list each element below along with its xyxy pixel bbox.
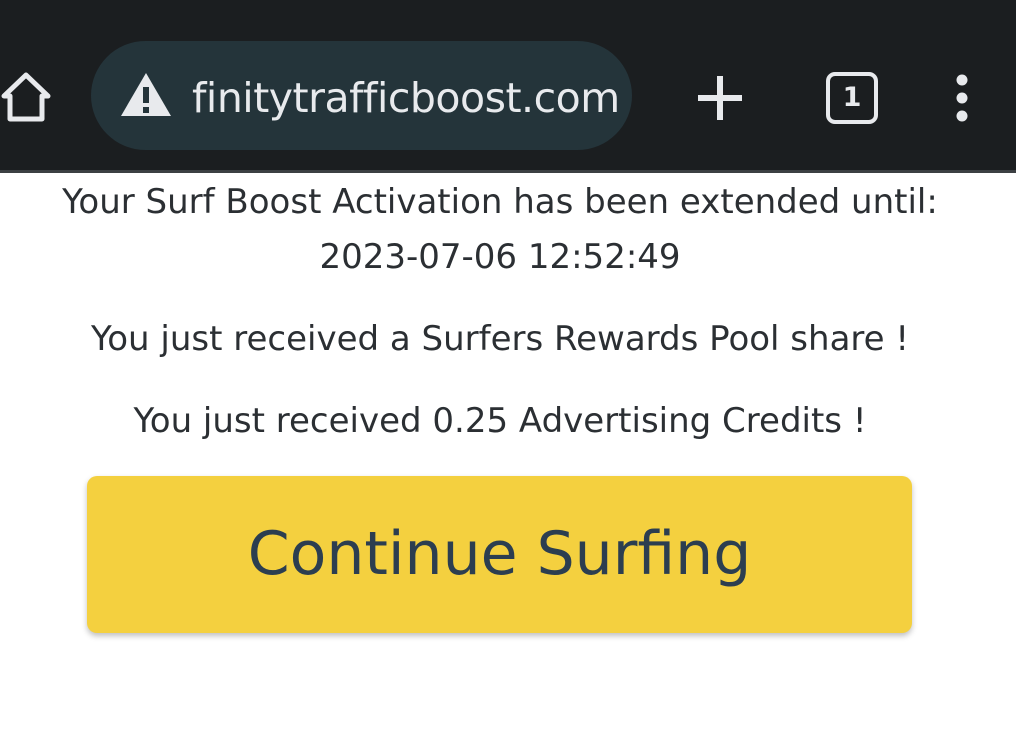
plus-icon bbox=[698, 76, 742, 120]
extension-message: Your Surf Boost Activation has been exte… bbox=[62, 182, 938, 222]
continue-surfing-button[interactable]: Continue Surfing bbox=[87, 476, 912, 633]
home-icon bbox=[1, 72, 51, 122]
extension-date: 2023-07-06 12:52:49 bbox=[319, 237, 681, 277]
more-vert-icon bbox=[956, 74, 968, 122]
credits-message: You just received 0.25 Advertising Credi… bbox=[133, 401, 867, 441]
url-text[interactable]: finitytrafficboost.com bbox=[192, 72, 620, 124]
new-tab-button[interactable] bbox=[694, 72, 746, 124]
menu-button[interactable] bbox=[942, 72, 982, 124]
tab-switcher-button[interactable]: 1 bbox=[826, 72, 878, 124]
rewards-message: You just received a Surfers Rewards Pool… bbox=[90, 319, 909, 359]
home-button[interactable] bbox=[0, 70, 52, 124]
browser-toolbar: finitytrafficboost.com 1 bbox=[0, 0, 1016, 173]
warning-icon[interactable] bbox=[119, 70, 173, 118]
